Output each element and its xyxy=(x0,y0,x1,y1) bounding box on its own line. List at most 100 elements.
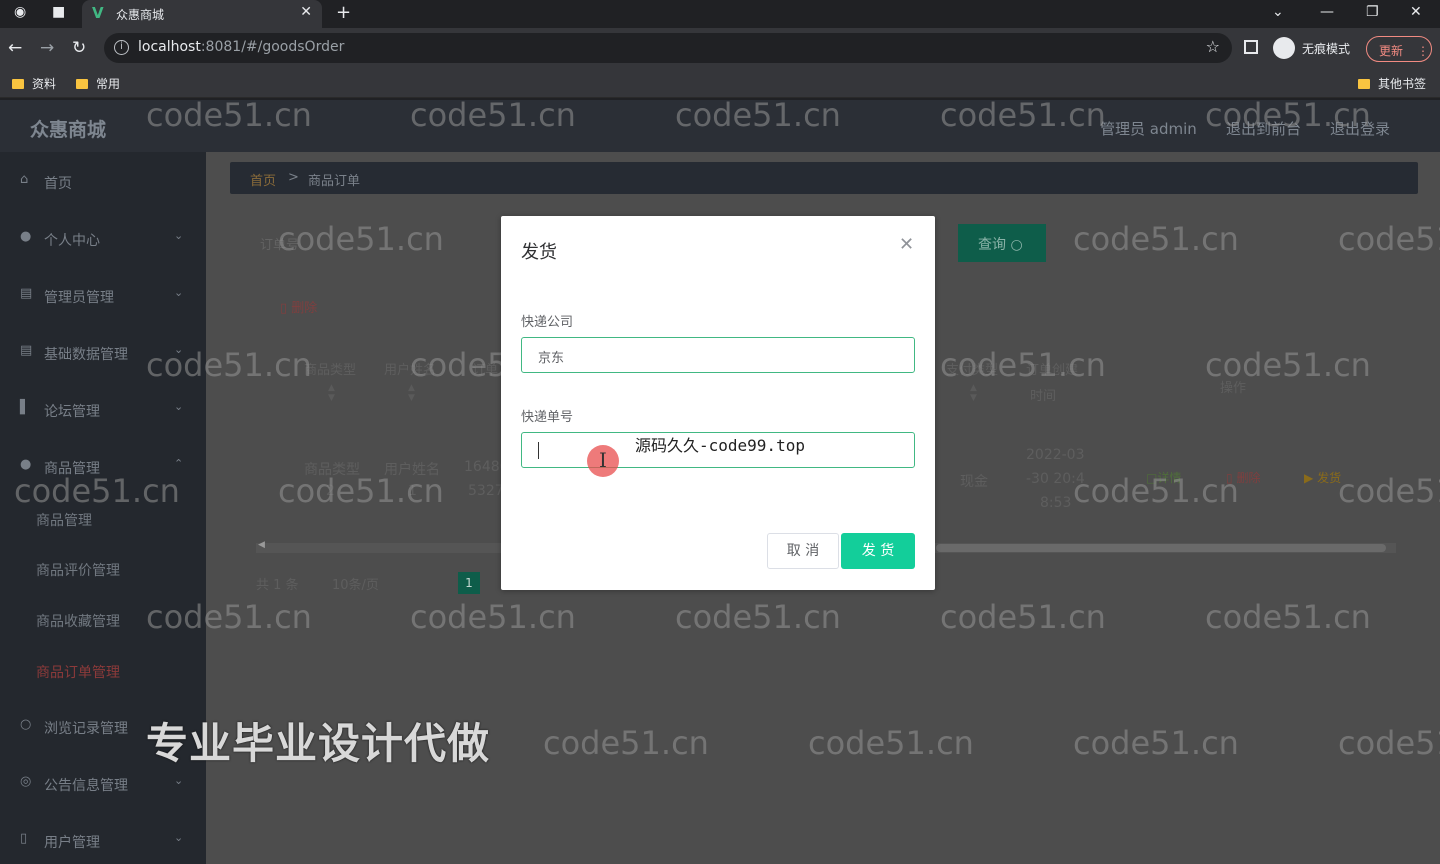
batch-delete-button[interactable]: ▯ 删除 xyxy=(280,297,317,316)
search-icon: ○ xyxy=(1010,237,1023,253)
other-bookmarks[interactable]: 其他书签 xyxy=(1358,75,1426,92)
chevron-down-icon: ⌄ xyxy=(174,831,184,844)
courier-input[interactable]: 京东 xyxy=(521,337,915,373)
address-bar[interactable]: i localhost:8081/#/goodsOrder ☆ xyxy=(104,33,1232,63)
browser-menu-icon[interactable]: ◉ xyxy=(14,4,26,20)
ship-icon: ▶ xyxy=(1304,471,1314,485)
watermark: code51.cn xyxy=(146,346,312,384)
courier-label: 快递公司 xyxy=(521,315,574,330)
pagination-total: 共 1 条 xyxy=(256,578,299,593)
kebab-menu-icon: ⋮ xyxy=(1417,44,1430,58)
browser-tab-strip: ◉ ■ V 众惠商城 ✕ + ⌄ — ❐ ✕ xyxy=(0,0,1440,28)
site-info-icon[interactable]: i xyxy=(114,40,129,55)
dialog-title: 发货 xyxy=(521,242,557,263)
cancel-button[interactable]: 取 消 xyxy=(767,533,839,569)
bookmarks-bar: 资料 常用 其他书签 xyxy=(0,68,1440,98)
watermark: code51.cn xyxy=(410,100,576,134)
ibeam-cursor-icon: I xyxy=(599,448,607,472)
watermark: code51.cn xyxy=(146,100,312,134)
folder-icon xyxy=(12,79,24,89)
breadcrumb-current: 商品订单 xyxy=(308,174,361,189)
watermark: code51.cn xyxy=(940,598,1106,636)
admin-user-label: 管理员 admin xyxy=(1100,120,1197,138)
pagination-page-1[interactable]: 1 xyxy=(458,572,480,594)
admin-icon: ▤ xyxy=(20,286,33,301)
circle-icon: ○ xyxy=(20,717,32,732)
brand-logo: 众惠商城 xyxy=(30,119,107,141)
sidebar-subitem-favorites[interactable]: 商品收藏管理 xyxy=(36,611,120,631)
table-cell: 现金 xyxy=(960,474,988,490)
update-button[interactable]: 更新 ⋮ xyxy=(1366,36,1432,62)
bookmark-folder[interactable]: 资料 xyxy=(12,75,56,92)
tab-title: 众惠商城 xyxy=(116,8,165,22)
window-close-icon[interactable]: ✕ xyxy=(1410,4,1422,20)
back-icon[interactable]: ← xyxy=(8,38,22,58)
watermark: code51.cn xyxy=(940,346,1106,384)
chevron-up-icon: ⌃ xyxy=(174,457,184,470)
watermark: code51.cn xyxy=(940,100,1106,134)
chevron-down-icon: ⌄ xyxy=(174,400,184,413)
watermark: code51.cn xyxy=(146,598,312,636)
sidebar-item-forum[interactable]: ▌ 论坛管理 ⌄ xyxy=(0,390,206,430)
sidebar-item-admins[interactable]: ▤ 管理员管理 ⌄ xyxy=(0,276,206,316)
ship-submit-button[interactable]: 发 货 xyxy=(841,533,915,569)
sidebar-subitem-reviews[interactable]: 商品评价管理 xyxy=(36,560,120,580)
user-icon: ● xyxy=(20,457,32,472)
watermark: code51.cn xyxy=(1338,724,1440,762)
watermark: code51.cn xyxy=(14,472,180,510)
incognito-icon[interactable] xyxy=(1273,37,1295,59)
sidepanel-icon[interactable] xyxy=(1244,40,1258,54)
column-header: 时间 xyxy=(1030,389,1057,404)
restore-icon[interactable]: ❐ xyxy=(1366,4,1379,20)
tab-close-icon[interactable]: ✕ xyxy=(300,4,312,20)
breadcrumb-home[interactable]: 首页 xyxy=(250,170,276,189)
trash-icon: ▯ xyxy=(280,301,288,316)
forward-icon[interactable]: → xyxy=(40,38,54,58)
sidebar-subitem-orders[interactable]: 商品订单管理 xyxy=(36,662,120,682)
url-text[interactable]: localhost:8081/#/goodsOrder xyxy=(138,39,344,55)
row-ship-button[interactable]: ▶ 发货 xyxy=(1304,469,1341,486)
browser-tab[interactable]: V 众惠商城 ✕ xyxy=(82,0,322,28)
app-viewport: 众惠商城 管理员 admin 退出到前台 退出登录 ⌂ 首页 ● 个人中心 ⌄ ▤ 管理… xyxy=(0,100,1440,864)
sidebar-item-users[interactable]: ▯ 用户管理 ⌄ xyxy=(0,821,206,861)
watermark: code51.cn xyxy=(543,724,709,762)
new-tab-icon[interactable]: + xyxy=(336,2,351,23)
watermark: code51.cn xyxy=(1338,472,1440,510)
watermark: code51.cn xyxy=(675,100,841,134)
ship-dialog: 发货 ✕ 快递公司 京东 快递单号 源码久久-code99.top I 取 消 … xyxy=(501,216,935,590)
bookmark-folder[interactable]: 常用 xyxy=(76,75,120,92)
scroll-left-icon: ◀ xyxy=(258,540,265,550)
watermark: code51.cn xyxy=(1205,346,1371,384)
chart-icon: ▌ xyxy=(20,400,30,415)
vue-favicon-icon: V xyxy=(92,4,104,22)
tab-list-chevron-icon[interactable]: ⌄ xyxy=(1272,4,1284,20)
sort-icon[interactable]: ▲ ▼ xyxy=(970,383,977,403)
reload-icon[interactable]: ↻ xyxy=(72,38,86,58)
watermark: code51.cn xyxy=(1073,724,1239,762)
chevron-down-icon: ⌄ xyxy=(174,774,184,787)
breadcrumb: 首页 > 商品订单 xyxy=(230,162,1418,194)
bookmark-star-icon[interactable]: ☆ xyxy=(1206,37,1220,56)
minimize-icon[interactable]: — xyxy=(1320,4,1334,20)
source-watermark-text: 源码久久-code99.top xyxy=(635,436,805,455)
sidebar-item-profile[interactable]: ● 个人中心 ⌄ xyxy=(0,219,206,259)
scrollbar-thumb[interactable] xyxy=(936,544,1386,552)
table-cell: 5327 xyxy=(468,483,504,499)
sort-icon[interactable]: ▲ ▼ xyxy=(328,383,335,403)
watermark: code51.cn xyxy=(675,598,841,636)
tracking-label: 快递单号 xyxy=(521,410,574,425)
globe-icon: ◎ xyxy=(20,774,32,789)
page-size-select[interactable]: 10条/页 xyxy=(332,574,379,593)
tab-search-icon[interactable]: ■ xyxy=(52,4,65,20)
query-button[interactable]: 查询 ○ xyxy=(958,224,1046,262)
browser-toolbar: ← → ↻ i localhost:8081/#/goodsOrder ☆ 无痕… xyxy=(0,28,1440,68)
close-icon[interactable]: ✕ xyxy=(899,234,914,255)
watermark: code51.cn xyxy=(278,220,444,258)
sidebar-subitem-goods[interactable]: 商品管理 xyxy=(36,510,92,530)
sidebar-item-home[interactable]: ⌂ 首页 xyxy=(0,162,206,202)
phone-icon: ▯ xyxy=(20,831,28,846)
home-icon: ⌂ xyxy=(20,172,29,187)
sort-icon[interactable]: ▲ ▼ xyxy=(408,383,415,403)
chevron-down-icon: ⌄ xyxy=(174,286,184,299)
chevron-down-icon: ⌄ xyxy=(174,229,184,242)
